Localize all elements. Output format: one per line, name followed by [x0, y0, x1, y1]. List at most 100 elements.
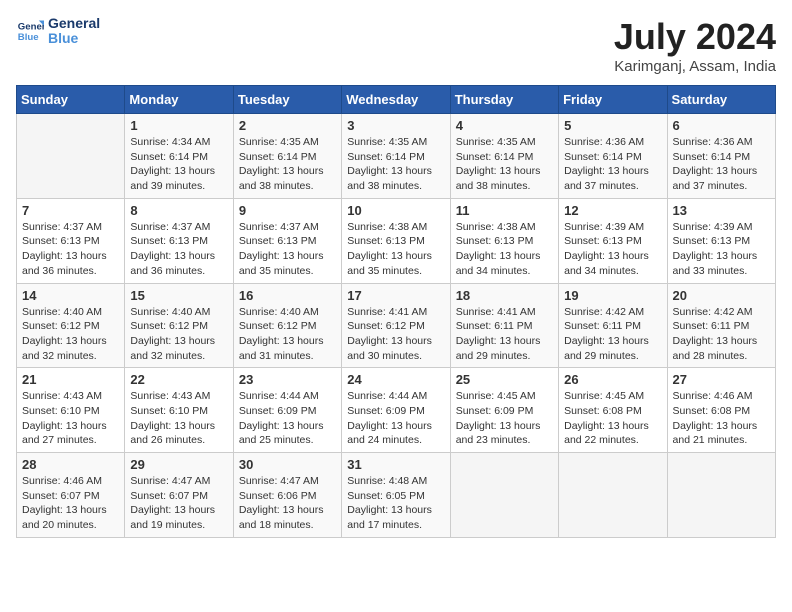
day-info: Sunrise: 4:42 AM Sunset: 6:11 PM Dayligh… [673, 305, 770, 364]
calendar-cell: 5 Sunrise: 4:36 AM Sunset: 6:14 PM Daylig… [559, 114, 667, 199]
day-number: 25 [456, 372, 553, 387]
day-info: Sunrise: 4:47 AM Sunset: 6:06 PM Dayligh… [239, 474, 336, 533]
day-number: 21 [22, 372, 119, 387]
svg-text:Blue: Blue [18, 32, 39, 43]
calendar-cell: 21Sunrise: 4:43 AM Sunset: 6:10 PM Dayli… [17, 368, 125, 453]
calendar-cell: 26 Sunrise: 4:45 AM Sunset: 6:08 PM Dayli… [559, 368, 667, 453]
day-number: 20 [673, 288, 770, 303]
day-info: Sunrise: 4:44 AM Sunset: 6:09 PM Dayligh… [347, 389, 444, 448]
day-number: 4 [456, 118, 553, 133]
day-info: Sunrise: 4:40 AM Sunset: 6:12 PM Dayligh… [22, 305, 119, 364]
day-number: 3 [347, 118, 444, 133]
day-number: 11 [456, 203, 553, 218]
title-block: July 2024 Karimganj, Assam, India [614, 16, 776, 75]
day-number: 13 [673, 203, 770, 218]
day-info: Sunrise: 4:43 AM Sunset: 6:10 PM Dayligh… [130, 389, 227, 448]
day-number: 9 [239, 203, 336, 218]
calendar-cell: 28 Sunrise: 4:46 AM Sunset: 6:07 PM Dayli… [17, 453, 125, 538]
day-number: 29 [130, 457, 227, 472]
calendar-cell: 2 Sunrise: 4:35 AM Sunset: 6:14 PM Daylig… [233, 114, 341, 199]
calendar-cell: 10 Sunrise: 4:38 AM Sunset: 6:13 PM Dayli… [342, 198, 450, 283]
day-header-saturday: Saturday [667, 86, 775, 114]
day-info: Sunrise: 4:37 AM Sunset: 6:13 PM Dayligh… [239, 220, 336, 279]
day-info: Sunrise: 4:38 AM Sunset: 6:13 PM Dayligh… [456, 220, 553, 279]
calendar-cell: 24 Sunrise: 4:44 AM Sunset: 6:09 PM Dayli… [342, 368, 450, 453]
day-header-thursday: Thursday [450, 86, 558, 114]
logo-text-line1: General [48, 16, 100, 31]
calendar-cell: 7Sunrise: 4:37 AM Sunset: 6:13 PM Daylig… [17, 198, 125, 283]
location: Karimganj, Assam, India [614, 58, 776, 75]
svg-text:General: General [18, 22, 44, 33]
calendar-cell: 19 Sunrise: 4:42 AM Sunset: 6:11 PM Dayli… [559, 283, 667, 368]
calendar-header-row: SundayMondayTuesdayWednesdayThursdayFrid… [17, 86, 776, 114]
day-number: 16 [239, 288, 336, 303]
calendar-cell: 4 Sunrise: 4:35 AM Sunset: 6:14 PM Daylig… [450, 114, 558, 199]
day-info: Sunrise: 4:41 AM Sunset: 6:12 PM Dayligh… [347, 305, 444, 364]
day-number: 28 [22, 457, 119, 472]
day-info: Sunrise: 4:46 AM Sunset: 6:08 PM Dayligh… [673, 389, 770, 448]
calendar-cell: 15 Sunrise: 4:40 AM Sunset: 6:12 PM Dayli… [125, 283, 233, 368]
day-info: Sunrise: 4:37 AM Sunset: 6:13 PM Dayligh… [22, 220, 119, 279]
calendar-cell: 6 Sunrise: 4:36 AM Sunset: 6:14 PM Daylig… [667, 114, 775, 199]
day-info: Sunrise: 4:36 AM Sunset: 6:14 PM Dayligh… [564, 135, 661, 194]
day-header-wednesday: Wednesday [342, 86, 450, 114]
day-info: Sunrise: 4:41 AM Sunset: 6:11 PM Dayligh… [456, 305, 553, 364]
calendar-cell: 29 Sunrise: 4:47 AM Sunset: 6:07 PM Dayli… [125, 453, 233, 538]
day-info: Sunrise: 4:47 AM Sunset: 6:07 PM Dayligh… [130, 474, 227, 533]
day-number: 27 [673, 372, 770, 387]
day-number: 5 [564, 118, 661, 133]
calendar-cell: 17 Sunrise: 4:41 AM Sunset: 6:12 PM Dayli… [342, 283, 450, 368]
calendar-cell: 30 Sunrise: 4:47 AM Sunset: 6:06 PM Dayli… [233, 453, 341, 538]
day-number: 26 [564, 372, 661, 387]
calendar-week-row: 28 Sunrise: 4:46 AM Sunset: 6:07 PM Dayli… [17, 453, 776, 538]
day-info: Sunrise: 4:35 AM Sunset: 6:14 PM Dayligh… [239, 135, 336, 194]
calendar-cell: 16 Sunrise: 4:40 AM Sunset: 6:12 PM Dayli… [233, 283, 341, 368]
day-number: 30 [239, 457, 336, 472]
day-number: 17 [347, 288, 444, 303]
day-info: Sunrise: 4:45 AM Sunset: 6:09 PM Dayligh… [456, 389, 553, 448]
logo-text-line2: Blue [48, 31, 100, 46]
day-number: 15 [130, 288, 227, 303]
calendar-cell: 25 Sunrise: 4:45 AM Sunset: 6:09 PM Dayli… [450, 368, 558, 453]
day-info: Sunrise: 4:35 AM Sunset: 6:14 PM Dayligh… [347, 135, 444, 194]
day-number: 12 [564, 203, 661, 218]
calendar-cell [17, 114, 125, 199]
day-info: Sunrise: 4:40 AM Sunset: 6:12 PM Dayligh… [130, 305, 227, 364]
day-info: Sunrise: 4:48 AM Sunset: 6:05 PM Dayligh… [347, 474, 444, 533]
day-number: 2 [239, 118, 336, 133]
day-number: 31 [347, 457, 444, 472]
day-header-monday: Monday [125, 86, 233, 114]
day-number: 22 [130, 372, 227, 387]
calendar-cell [450, 453, 558, 538]
logo: General Blue General Blue [16, 16, 100, 47]
day-info: Sunrise: 4:44 AM Sunset: 6:09 PM Dayligh… [239, 389, 336, 448]
day-header-tuesday: Tuesday [233, 86, 341, 114]
day-info: Sunrise: 4:46 AM Sunset: 6:07 PM Dayligh… [22, 474, 119, 533]
day-header-sunday: Sunday [17, 86, 125, 114]
day-number: 10 [347, 203, 444, 218]
day-info: Sunrise: 4:39 AM Sunset: 6:13 PM Dayligh… [673, 220, 770, 279]
day-info: Sunrise: 4:38 AM Sunset: 6:13 PM Dayligh… [347, 220, 444, 279]
calendar-week-row: 1Sunrise: 4:34 AM Sunset: 6:14 PM Daylig… [17, 114, 776, 199]
logo-icon: General Blue [16, 17, 44, 45]
day-number: 23 [239, 372, 336, 387]
calendar-cell: 23 Sunrise: 4:44 AM Sunset: 6:09 PM Dayli… [233, 368, 341, 453]
day-info: Sunrise: 4:36 AM Sunset: 6:14 PM Dayligh… [673, 135, 770, 194]
day-number: 14 [22, 288, 119, 303]
day-info: Sunrise: 4:34 AM Sunset: 6:14 PM Dayligh… [130, 135, 227, 194]
calendar-cell [667, 453, 775, 538]
day-info: Sunrise: 4:45 AM Sunset: 6:08 PM Dayligh… [564, 389, 661, 448]
calendar-cell: 18Sunrise: 4:41 AM Sunset: 6:11 PM Dayli… [450, 283, 558, 368]
calendar-cell: 11 Sunrise: 4:38 AM Sunset: 6:13 PM Dayli… [450, 198, 558, 283]
day-number: 19 [564, 288, 661, 303]
day-number: 24 [347, 372, 444, 387]
day-info: Sunrise: 4:37 AM Sunset: 6:13 PM Dayligh… [130, 220, 227, 279]
day-info: Sunrise: 4:39 AM Sunset: 6:13 PM Dayligh… [564, 220, 661, 279]
calendar-cell: 22 Sunrise: 4:43 AM Sunset: 6:10 PM Dayli… [125, 368, 233, 453]
day-number: 8 [130, 203, 227, 218]
day-info: Sunrise: 4:40 AM Sunset: 6:12 PM Dayligh… [239, 305, 336, 364]
calendar-week-row: 14 Sunrise: 4:40 AM Sunset: 6:12 PM Dayli… [17, 283, 776, 368]
day-info: Sunrise: 4:42 AM Sunset: 6:11 PM Dayligh… [564, 305, 661, 364]
day-number: 6 [673, 118, 770, 133]
day-info: Sunrise: 4:35 AM Sunset: 6:14 PM Dayligh… [456, 135, 553, 194]
